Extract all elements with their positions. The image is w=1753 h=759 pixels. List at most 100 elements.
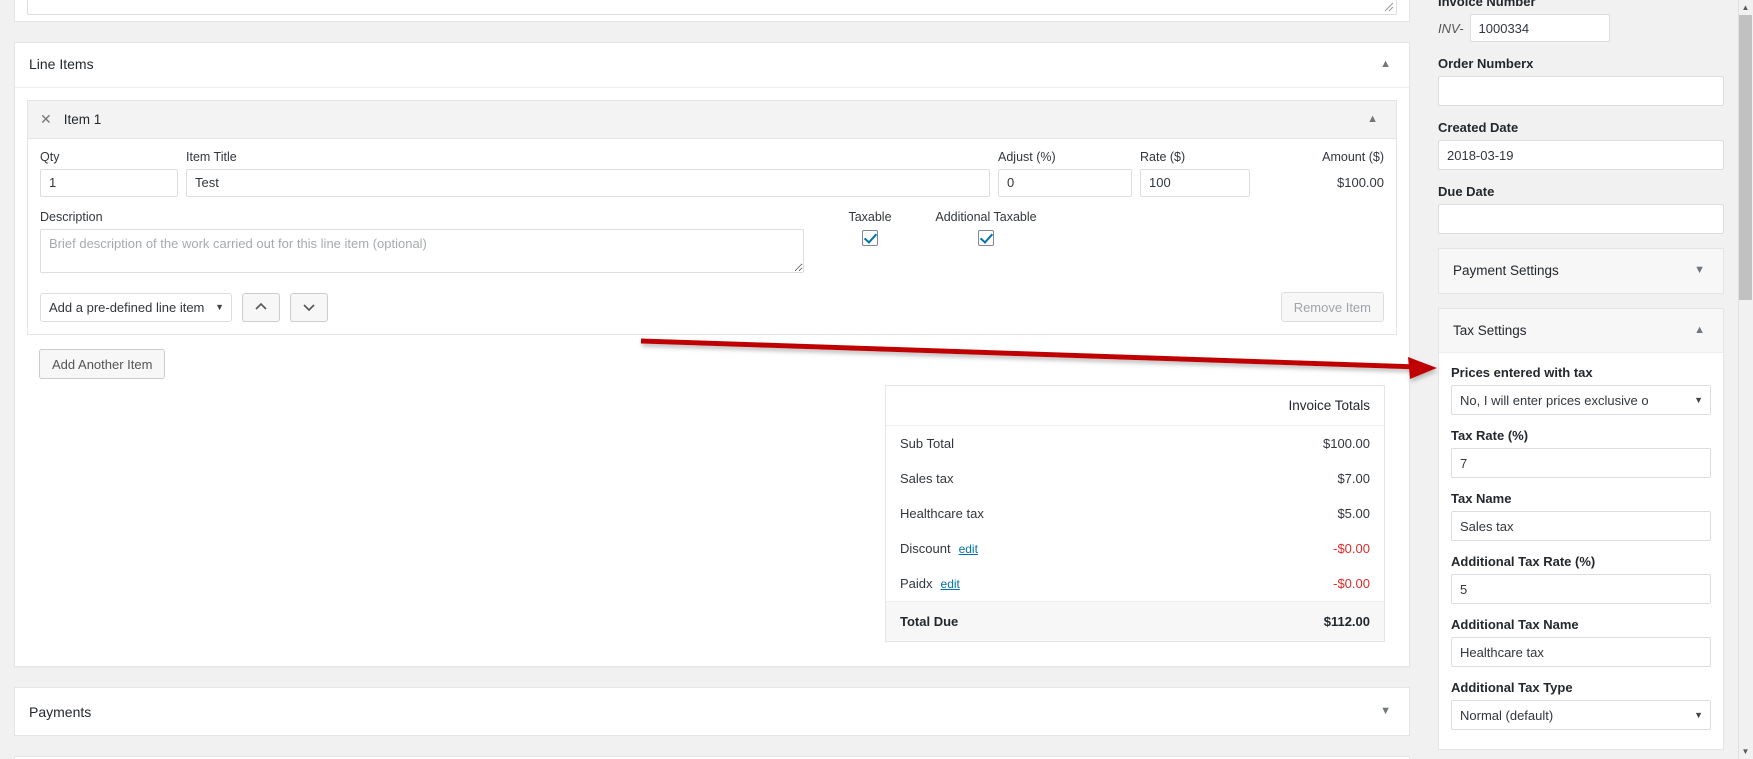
amount-value: $100.00 bbox=[1337, 174, 1384, 190]
order-number-input[interactable] bbox=[1438, 76, 1724, 106]
line-item-fields-row: Qty Item Title Adjust (%) bbox=[40, 149, 1384, 197]
sidebar-inner: Invoice Number INV- Order Numberx Create… bbox=[1424, 0, 1738, 750]
amount-field-group: Amount ($) $100.00 bbox=[1258, 149, 1384, 197]
additional-taxable-label: Additional Taxable bbox=[935, 209, 1037, 224]
additional-tax-type-group: Additional Tax Type Normal (default) ▼ bbox=[1451, 680, 1711, 730]
tax-settings-body: Prices entered with tax No, I will enter… bbox=[1439, 353, 1723, 749]
line-item-body: Qty Item Title Adjust (%) bbox=[28, 139, 1396, 335]
additional-tax-name-input[interactable] bbox=[1451, 637, 1711, 667]
item-title-input[interactable] bbox=[186, 168, 990, 197]
due-date-input[interactable] bbox=[1438, 204, 1724, 234]
created-date-group: Created Date bbox=[1424, 120, 1738, 170]
due-date-group: Due Date bbox=[1424, 184, 1738, 234]
window-scrollbar-thumb[interactable] bbox=[1739, 15, 1752, 300]
prices-entered-with-tax-select[interactable]: No, I will enter prices exclusive o bbox=[1451, 385, 1711, 415]
taxable-checkbox[interactable] bbox=[862, 229, 878, 246]
top-textarea-field[interactable] bbox=[27, 0, 1397, 15]
taxable-label: Taxable bbox=[848, 209, 892, 224]
total-due-value: $112.00 bbox=[1323, 614, 1370, 630]
chevron-down-icon bbox=[303, 304, 315, 312]
additional-tax-rate-label: Additional Tax Rate (%) bbox=[1451, 554, 1596, 569]
predefined-line-item-select-wrap: Add a pre-defined line item ▼ bbox=[40, 292, 232, 322]
additional-tax-rate-input[interactable] bbox=[1451, 574, 1711, 604]
tax-name-group: Tax Name bbox=[1451, 491, 1711, 541]
window-scrollbar-track[interactable]: ▲ ▼ bbox=[1738, 0, 1753, 759]
rate-field-group: Rate ($) bbox=[1140, 149, 1258, 197]
predefined-line-item-select[interactable]: Add a pre-defined line item bbox=[40, 292, 232, 322]
payments-panel-header[interactable]: Payments ▼ bbox=[15, 688, 1409, 735]
main-content-column: Line Items ▲ ✕ Item 1 ▲ Qty 1 Item Title… bbox=[0, 0, 1424, 759]
prices-entered-with-tax-group: Prices entered with tax No, I will enter… bbox=[1451, 365, 1711, 415]
chevron-up-icon bbox=[255, 302, 267, 310]
chevron-down-icon[interactable]: ▼ bbox=[1688, 261, 1711, 280]
additional-tax-rate-group: Additional Tax Rate (%) bbox=[1451, 554, 1711, 604]
add-another-item-wrap: Add Another Item bbox=[27, 349, 1397, 385]
adjust-field-group: Adjust (%) bbox=[998, 149, 1140, 197]
order-number-group: Order Numberx bbox=[1424, 56, 1738, 106]
totals-row-label: Paidx bbox=[900, 576, 933, 592]
resize-handle-icon[interactable] bbox=[1382, 0, 1394, 12]
additional-taxable-field-group: Additional Taxable bbox=[928, 209, 1044, 246]
totals-row: Healthcare tax $5.00 bbox=[886, 496, 1384, 531]
total-due-label: Total Due bbox=[900, 614, 959, 630]
totals-row-label: Sales tax bbox=[900, 471, 954, 487]
additional-tax-type-label: Additional Tax Type bbox=[1451, 680, 1573, 695]
additional-tax-type-select[interactable]: Normal (default) bbox=[1451, 700, 1711, 730]
triangle-up-icon[interactable]: ▲ bbox=[1739, 0, 1752, 15]
description-label: Description bbox=[40, 209, 103, 224]
chevron-up-icon[interactable]: ▲ bbox=[1688, 321, 1711, 340]
adjust-label: Adjust (%) bbox=[998, 149, 1056, 164]
move-item-down-button[interactable] bbox=[290, 292, 328, 322]
additional-taxable-checkbox[interactable] bbox=[978, 229, 994, 246]
totals-row-label: Discount bbox=[900, 541, 951, 557]
additional-tax-name-group: Additional Tax Name bbox=[1451, 617, 1711, 667]
rate-label: Rate ($) bbox=[1140, 149, 1186, 164]
tax-rate-label: Tax Rate (%) bbox=[1451, 428, 1529, 443]
paid-edit-link[interactable]: edit bbox=[941, 577, 960, 591]
due-date-label: Due Date bbox=[1438, 184, 1495, 199]
chevron-up-icon[interactable]: ▲ bbox=[1374, 55, 1397, 74]
tax-rate-input[interactable] bbox=[1451, 448, 1711, 478]
tax-rate-group: Tax Rate (%) bbox=[1451, 428, 1711, 478]
totals-row-label: Sub Total bbox=[900, 436, 954, 452]
rate-input[interactable] bbox=[1140, 168, 1250, 197]
created-date-input[interactable] bbox=[1438, 140, 1724, 170]
order-number-label: Order Numberx bbox=[1438, 56, 1534, 71]
chevron-down-icon[interactable]: ▼ bbox=[1374, 702, 1397, 721]
invoice-number-row: INV- bbox=[1424, 14, 1738, 42]
line-item-description-row: Description Taxable Additional Taxable bbox=[40, 209, 1384, 276]
triangle-down-icon[interactable]: ▼ bbox=[1739, 744, 1752, 759]
payment-settings-title: Payment Settings bbox=[1453, 263, 1559, 278]
line-items-title: Line Items bbox=[29, 56, 94, 72]
tax-settings-panel: Tax Settings ▲ Prices entered with tax N… bbox=[1438, 308, 1724, 750]
totals-row: Sales tax $7.00 bbox=[886, 461, 1384, 496]
totals-row: Discount edit -$0.00 bbox=[886, 531, 1384, 566]
adjust-input[interactable] bbox=[998, 168, 1132, 197]
invoice-number-group: Invoice Number INV- bbox=[1424, 0, 1738, 42]
payments-title: Payments bbox=[29, 703, 92, 720]
add-another-item-button[interactable]: Add Another Item bbox=[39, 349, 166, 380]
top-textarea-panel-stub bbox=[14, 0, 1410, 22]
created-date-label: Created Date bbox=[1438, 120, 1519, 135]
description-field-group: Description bbox=[40, 209, 812, 276]
item-title-label: Item Title bbox=[186, 149, 237, 164]
line-item-actions-row: Add a pre-defined line item ▼ Remove Ite… bbox=[40, 292, 1384, 323]
line-item: ✕ Item 1 ▲ Qty Item Title bbox=[27, 99, 1397, 336]
close-x-icon[interactable]: ✕ bbox=[40, 112, 52, 126]
payment-settings-header[interactable]: Payment Settings ▼ bbox=[1439, 249, 1723, 293]
invoice-number-input[interactable] bbox=[1469, 14, 1610, 42]
tax-settings-header[interactable]: Tax Settings ▲ bbox=[1439, 309, 1723, 353]
total-due-row: Total Due $112.00 bbox=[886, 601, 1384, 642]
line-items-body: ✕ Item 1 ▲ Qty Item Title bbox=[15, 88, 1409, 667]
invoice-totals-box: Invoice Totals Sub Total $100.00 Sales t… bbox=[885, 385, 1385, 643]
line-items-panel-header[interactable]: Line Items ▲ bbox=[15, 43, 1409, 88]
move-item-up-button[interactable] bbox=[242, 292, 280, 322]
tax-name-input[interactable] bbox=[1451, 511, 1711, 541]
qty-input[interactable] bbox=[40, 168, 178, 197]
invoice-totals-wrap: Invoice Totals Sub Total $100.00 Sales t… bbox=[27, 385, 1397, 654]
description-textarea[interactable] bbox=[40, 229, 804, 274]
chevron-up-icon[interactable]: ▲ bbox=[1361, 110, 1384, 129]
remove-item-button[interactable]: Remove Item bbox=[1280, 292, 1384, 323]
totals-row-value: $100.00 bbox=[1323, 436, 1370, 452]
discount-edit-link[interactable]: edit bbox=[959, 542, 978, 556]
